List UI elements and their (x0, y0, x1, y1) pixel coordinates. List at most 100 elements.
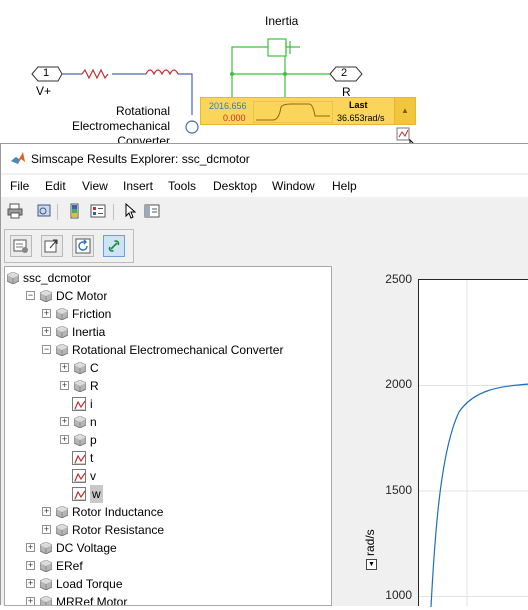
block-icon (56, 326, 68, 338)
tree-item-eref[interactable]: + ERef (5, 557, 331, 575)
tree-item-ssc-dcmotor[interactable]: ssc_dcmotor (5, 269, 331, 287)
input-port-number: 1 (43, 67, 50, 79)
menu-bar: File Edit View Insert Tools Desktop Wind… (1, 175, 528, 197)
input-port-label: V+ (36, 84, 52, 98)
expand-icon[interactable]: + (42, 309, 51, 318)
tree-item-p[interactable]: + p (5, 431, 331, 449)
menu-insert[interactable]: Insert (123, 179, 153, 193)
signal-icon (72, 397, 86, 411)
resistor-icon (81, 68, 109, 80)
legend-icon[interactable] (90, 203, 106, 219)
tree-item-label: v (90, 469, 96, 483)
tree-item-rotor-resistance[interactable]: + Rotor Resistance (5, 521, 331, 539)
expand-icon[interactable]: + (42, 327, 51, 336)
sparkline-widget[interactable]: 2016.656 0.000 Last 36.653rad/s ▲ (200, 97, 416, 125)
tree-item-dc-voltage[interactable]: + DC Voltage (5, 539, 331, 557)
tree-item-i[interactable]: i (5, 395, 331, 413)
print-preview-icon[interactable] (36, 203, 52, 219)
sparkline-max-value: 2016.656 (209, 101, 247, 111)
block-icon (56, 506, 68, 518)
tree-item-n[interactable]: + n (5, 413, 331, 431)
tree-item-label: Load Torque (56, 577, 123, 591)
tree-item-label: Rotor Resistance (72, 523, 165, 537)
block-icon (74, 380, 86, 392)
expand-icon[interactable]: + (26, 561, 35, 570)
tree-item-rotor-inductance[interactable]: + Rotor Inductance (5, 503, 331, 521)
menu-tools[interactable]: Tools (168, 179, 196, 193)
y-tick-1000: 1000 (385, 588, 412, 602)
tree-item-friction[interactable]: + Friction (5, 305, 331, 323)
export-icon[interactable] (41, 235, 63, 257)
menu-help[interactable]: Help (332, 179, 357, 193)
menu-edit[interactable]: Edit (45, 179, 66, 193)
tree-item-t[interactable]: t (5, 449, 331, 467)
y-axis-label: rad/s (363, 529, 377, 556)
signal-icon (72, 451, 86, 465)
tree-item-rotational-electromechanical-converter[interactable]: − Rotational Electromechanical Converter (5, 341, 331, 359)
inertia-label: Inertia (265, 14, 299, 28)
model-icon (7, 272, 19, 284)
tree-item-label: Friction (72, 307, 112, 321)
expand-icon[interactable]: + (42, 507, 51, 516)
window-title: Simscape Results Explorer: ssc_dcmotor (31, 152, 250, 166)
y-tick-2000: 2000 (385, 377, 412, 391)
plot-options-icon[interactable] (10, 235, 32, 257)
tree-item-r[interactable]: + R (5, 377, 331, 395)
refresh-icon[interactable] (72, 235, 94, 257)
block-icon (56, 308, 68, 320)
print-icon[interactable] (7, 203, 23, 219)
tree-item-load-torque[interactable]: + Load Torque (5, 575, 331, 593)
tree-item-inertia[interactable]: + Inertia (5, 323, 331, 341)
inductor-icon (145, 69, 179, 76)
tree-item-label: n (90, 415, 97, 429)
block-icon (74, 362, 86, 374)
tree-item-label: C (90, 361, 99, 375)
matlab-logo-icon (11, 152, 25, 164)
tree-item-dc-motor[interactable]: − DC Motor (5, 287, 331, 305)
output-port-number: 2 (341, 67, 348, 79)
collapse-icon[interactable]: − (26, 291, 35, 300)
expand-icon[interactable]: + (60, 435, 69, 444)
collapse-icon[interactable]: − (42, 345, 51, 354)
speed-curve (419, 280, 528, 608)
expand-icon[interactable]: + (26, 543, 35, 552)
plot-axes[interactable] (418, 279, 528, 608)
link-icon[interactable] (103, 235, 125, 257)
block-icon (74, 416, 86, 428)
tree-item-label: w (90, 485, 103, 503)
converter-block-icon (185, 120, 199, 134)
tree-item-mrref-motor[interactable]: + MRRef Motor (5, 593, 331, 605)
results-explorer-window: Simscape Results Explorer: ssc_dcmotor F… (0, 143, 528, 608)
cursor-icon[interactable] (122, 203, 138, 219)
y-tick-1500: 1500 (385, 483, 412, 497)
expand-icon[interactable]: + (26, 579, 35, 588)
menu-window[interactable]: Window (272, 179, 315, 193)
menu-file[interactable]: File (10, 179, 29, 193)
tree-item-label: p (90, 433, 97, 447)
menu-desktop[interactable]: Desktop (213, 179, 257, 193)
tree-item-label: ERef (56, 559, 83, 573)
tree-item-w[interactable]: w (5, 485, 331, 503)
sparkline-dropdown-button[interactable]: ▲ (394, 98, 415, 124)
expand-icon[interactable]: + (60, 381, 69, 390)
dock-icon[interactable] (144, 203, 160, 219)
expand-icon[interactable]: + (42, 525, 51, 534)
expand-icon[interactable]: + (60, 417, 69, 426)
block-icon (40, 578, 52, 590)
simulink-canvas: Inertia 1 V+ 2 R Rotational Electromecha… (0, 0, 528, 150)
tree-toolbar (4, 229, 134, 263)
block-icon (56, 524, 68, 536)
inertia-block-icon[interactable] (267, 38, 300, 57)
menu-view[interactable]: View (82, 179, 108, 193)
tree-item-c[interactable]: + C (5, 359, 331, 377)
ylabel-dropdown-icon[interactable]: ▼ (366, 559, 377, 570)
colorbar-icon[interactable] (67, 203, 83, 219)
y-tick-2500: 2500 (385, 272, 412, 286)
tree-item-v[interactable]: v (5, 467, 331, 485)
title-bar: Simscape Results Explorer: ssc_dcmotor (1, 144, 528, 173)
tree-item-label: R (90, 379, 99, 393)
expand-icon[interactable]: + (60, 363, 69, 372)
sparkline-curve (253, 101, 333, 123)
tree-item-label: i (90, 397, 93, 411)
signal-icon (72, 487, 86, 501)
